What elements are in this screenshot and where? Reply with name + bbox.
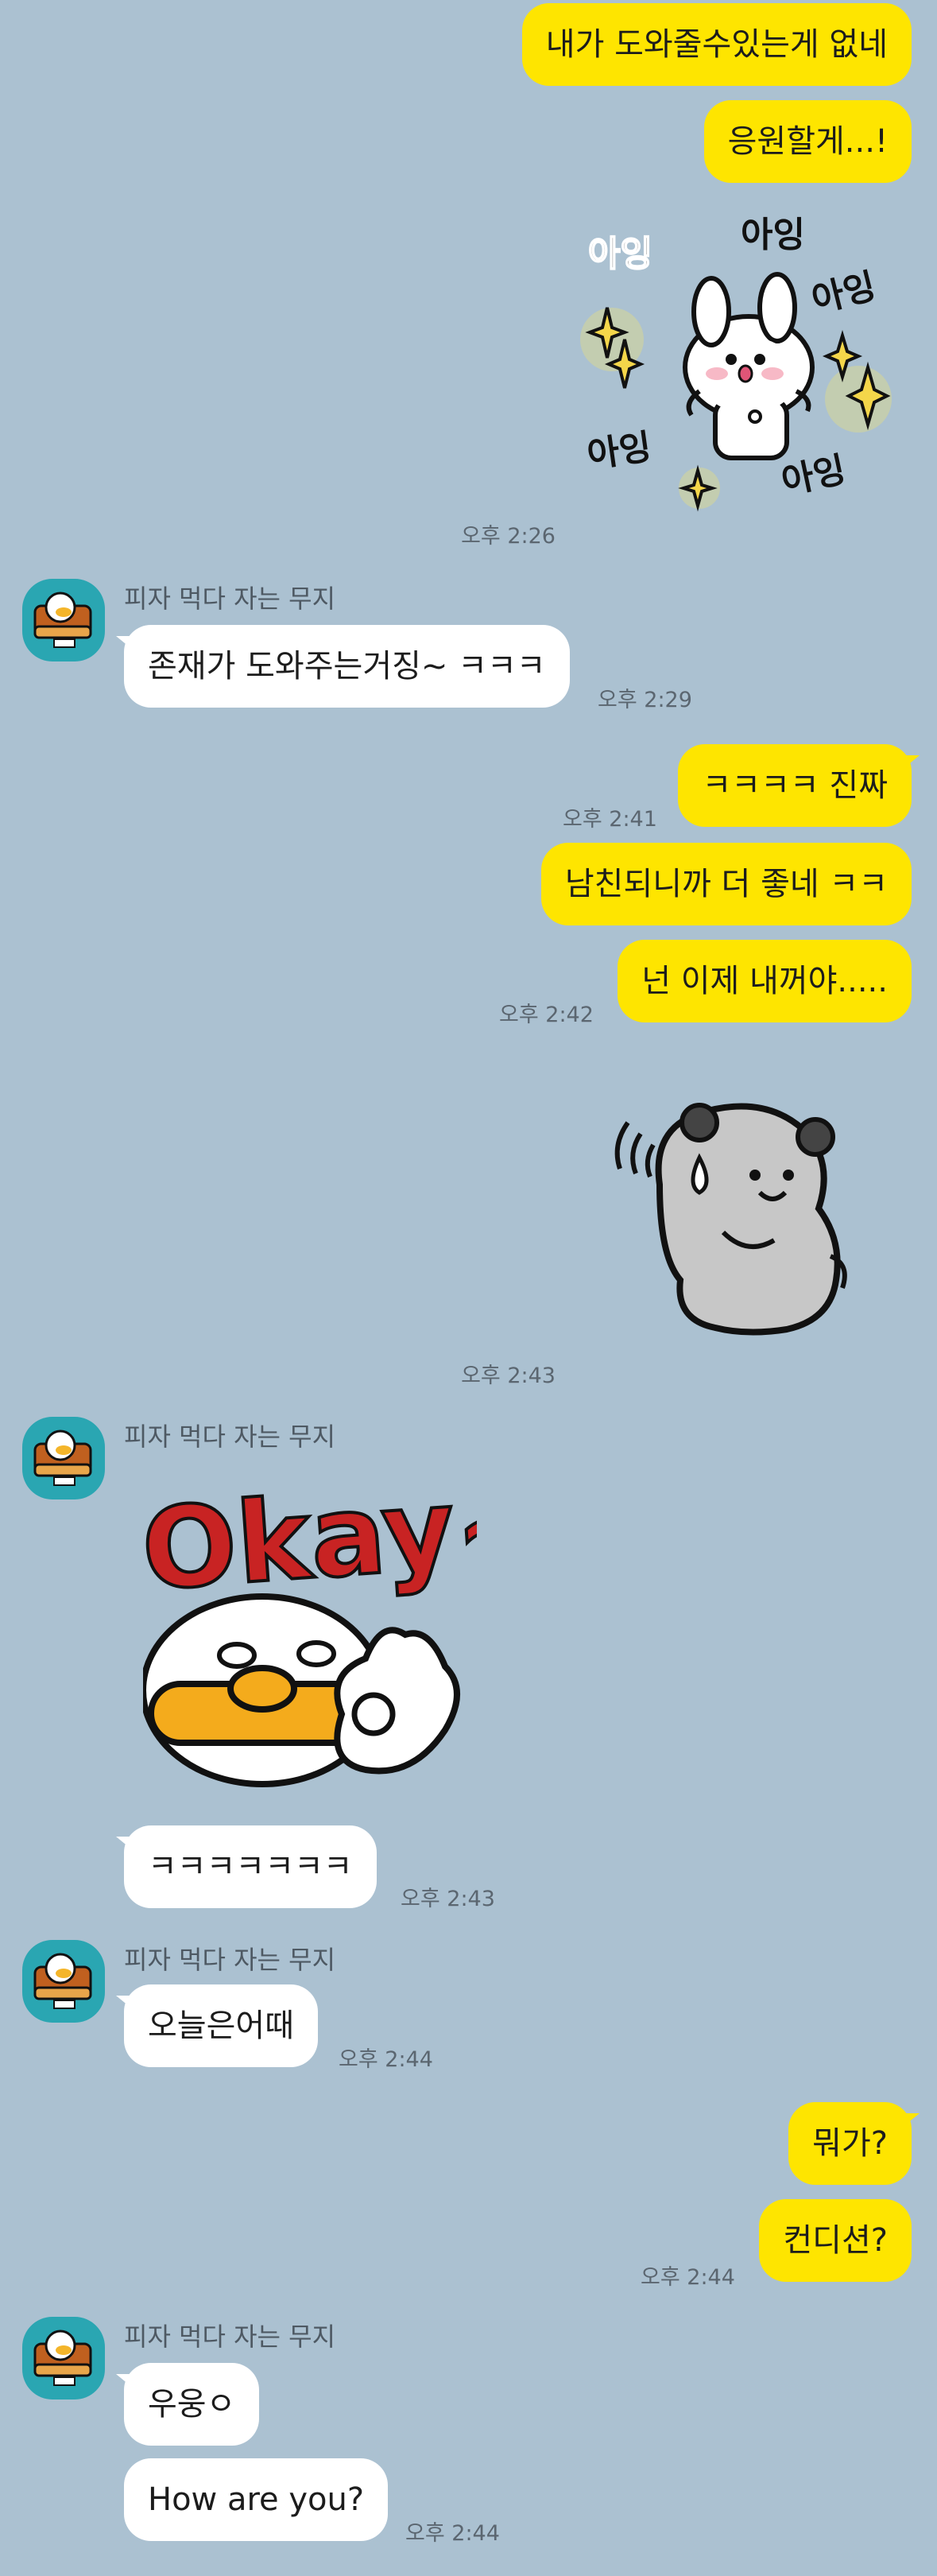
contact-avatar[interactable]: [22, 1940, 105, 2023]
contact-name: 피자 먹다 자는 무지: [124, 584, 336, 614]
my-message-bubble[interactable]: 뭐가?: [788, 2102, 920, 2185]
my-message-bubble[interactable]: 응원할게...!: [703, 100, 912, 183]
contact-avatar[interactable]: [22, 579, 105, 661]
sticker-text: Okay~: [143, 1476, 477, 1616]
my-message-bubble[interactable]: 넌 이제 내꺼야.....: [618, 940, 912, 1022]
okay-duck-sticker[interactable]: Okay~: [137, 1457, 554, 1794]
bunny-sticker[interactable]: 아잉 아잉 아잉 아잉 아잉: [572, 208, 906, 518]
contact-avatar[interactable]: [22, 2317, 105, 2399]
my-message-bubble[interactable]: 컨디션?: [759, 2199, 912, 2282]
my-message-bubble[interactable]: 내가 도와줄수있는게 없네: [521, 3, 912, 86]
avatar-image: [33, 592, 92, 648]
their-message-bubble[interactable]: 오늘은어때: [116, 1984, 318, 2067]
message-time: 오후 2:41: [563, 807, 657, 832]
avatar-image: [33, 2330, 92, 2386]
message-time: 오후 2:26: [461, 524, 556, 549]
contact-name: 피자 먹다 자는 무지: [124, 1422, 336, 1452]
bear-sticker[interactable]: [604, 1081, 858, 1344]
their-message-bubble[interactable]: 우웅ㅇ: [115, 2363, 260, 2446]
message-time: 오후 2:44: [405, 2521, 500, 2546]
sticker-text: 아잉: [741, 215, 805, 255]
message-time: 오후 2:29: [598, 688, 692, 712]
message-time: 오후 2:42: [499, 1003, 594, 1027]
avatar-image: [33, 1430, 92, 1486]
their-message-bubble[interactable]: ㅋㅋㅋㅋㅋㅋㅋ: [116, 1825, 377, 1908]
sticker-text: 아잉: [807, 266, 880, 320]
message-time: 오후 2:43: [401, 1887, 495, 1911]
avatar-image: [33, 1953, 92, 2009]
my-message-bubble[interactable]: ㅋㅋㅋㅋ 진짜: [678, 744, 920, 827]
my-message-bubble[interactable]: 남친되니까 더 좋네 ㅋㅋ: [540, 843, 912, 925]
sticker-text: 아잉: [585, 427, 654, 476]
message-time: 오후 2:44: [339, 2047, 433, 2072]
message-time: 오후 2:43: [461, 1364, 556, 1388]
contact-name: 피자 먹다 자는 무지: [124, 2322, 336, 2352]
contact-name: 피자 먹다 자는 무지: [124, 1945, 336, 1975]
sticker-text: 아잉: [778, 449, 850, 502]
sticker-text: 아잉: [588, 234, 652, 274]
message-time: 오후 2:44: [641, 2265, 735, 2290]
contact-avatar[interactable]: [22, 1417, 105, 1499]
their-message-bubble[interactable]: How are you?: [124, 2458, 389, 2541]
their-message-bubble[interactable]: 존재가 도와주는거징~ ㅋㅋㅋ: [116, 625, 570, 708]
